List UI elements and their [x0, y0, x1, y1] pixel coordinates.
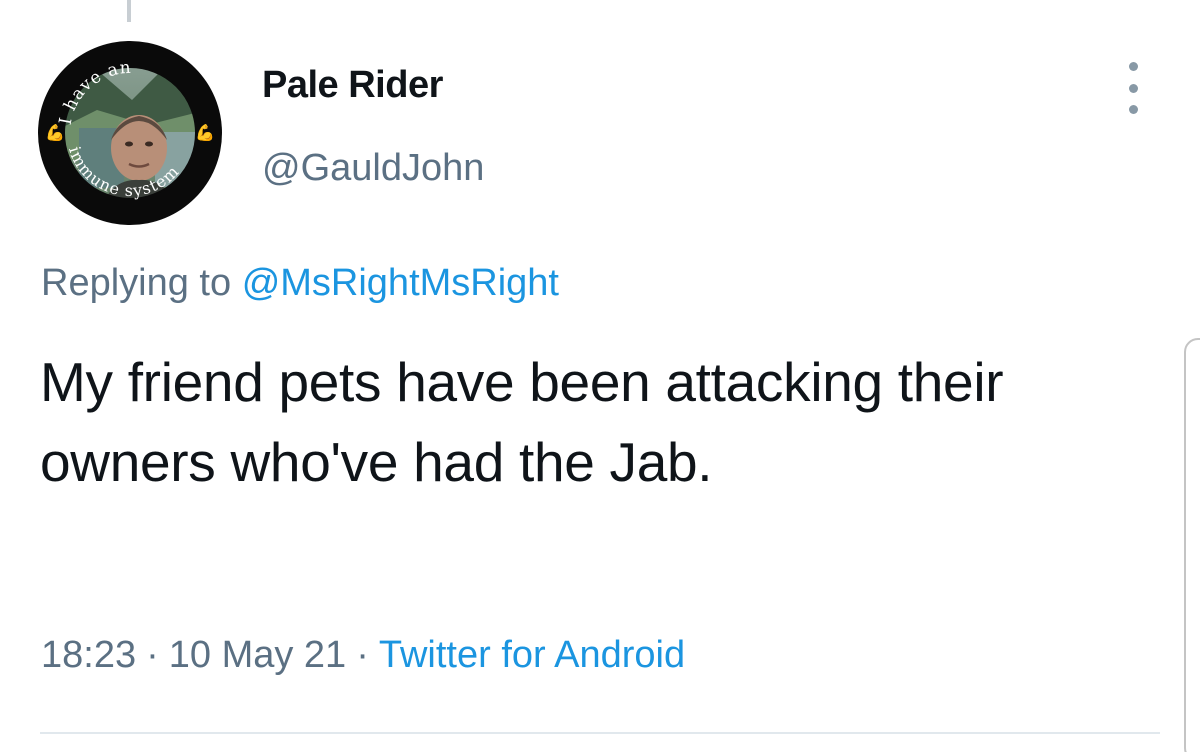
- avatar[interactable]: I have an immune system 💪 💪: [37, 40, 223, 226]
- meta-separator: ·: [146, 634, 159, 676]
- replying-to-label: Replying to: [41, 262, 232, 304]
- meta-separator: ·: [356, 634, 369, 676]
- more-vertical-icon: [1128, 62, 1138, 71]
- reply-mention-link[interactable]: @MsRightMsRight: [242, 262, 559, 304]
- replying-to: Replying to @MsRightMsRight: [41, 262, 559, 305]
- more-vertical-icon-dot: [1128, 105, 1138, 114]
- svg-text:💪: 💪: [195, 123, 215, 142]
- svg-text:💪: 💪: [45, 123, 65, 142]
- tweet-detail: I have an immune system 💪 💪 Pale Rider @…: [0, 0, 1200, 752]
- scrollbar[interactable]: [1184, 338, 1200, 752]
- user-handle[interactable]: @GauldJohn: [262, 147, 484, 190]
- tweet-meta: 18:23 · 10 May 21 · Twitter for Android: [41, 634, 685, 677]
- divider: [40, 732, 1160, 734]
- thread-connector-line: [127, 0, 131, 22]
- tweet-date[interactable]: 10 May 21: [169, 634, 346, 676]
- tweet-time[interactable]: 18:23: [41, 634, 136, 676]
- tweet-source-link[interactable]: Twitter for Android: [379, 634, 685, 676]
- display-name[interactable]: Pale Rider: [262, 64, 443, 107]
- tweet-text: My friend pets have been attacking their…: [40, 351, 1004, 493]
- more-vertical-icon-dot: [1128, 83, 1138, 93]
- more-options-button[interactable]: [1118, 62, 1148, 114]
